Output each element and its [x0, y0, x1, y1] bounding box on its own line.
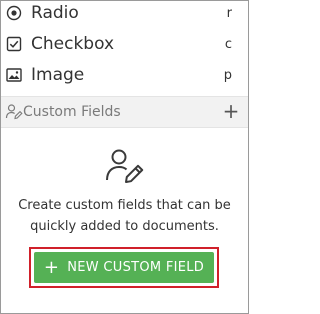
user-edit-icon [104, 146, 146, 188]
field-type-image[interactable]: Image p [1, 60, 248, 90]
section-title: Custom Fields [23, 104, 121, 120]
new-custom-field-label: NEW CUSTOM FIELD [67, 260, 205, 275]
checkbox-icon [6, 36, 22, 52]
field-type-label: Checkbox [31, 34, 115, 54]
shortcut-key: c [224, 36, 232, 52]
radio-icon [6, 5, 22, 21]
field-type-label: Image [31, 65, 85, 85]
shortcut-key: p [223, 67, 232, 83]
empty-state-text: Create custom fields that can be quickly… [18, 198, 231, 234]
plus-icon: + [43, 256, 60, 278]
custom-fields-header[interactable]: Custom Fields + [1, 96, 248, 128]
field-type-radio[interactable]: Radio r [1, 0, 248, 28]
field-type-checkbox[interactable]: Checkbox c [1, 29, 248, 59]
shortcut-key: r [226, 5, 232, 21]
user-edit-icon [5, 103, 23, 121]
new-custom-field-button[interactable]: + NEW CUSTOM FIELD [34, 252, 214, 283]
image-icon [6, 67, 22, 83]
field-types-panel: Radio r Checkbox c Image p Custom Fields… [0, 0, 249, 314]
field-type-label: Radio [31, 3, 79, 23]
plus-icon[interactable]: + [222, 101, 240, 121]
